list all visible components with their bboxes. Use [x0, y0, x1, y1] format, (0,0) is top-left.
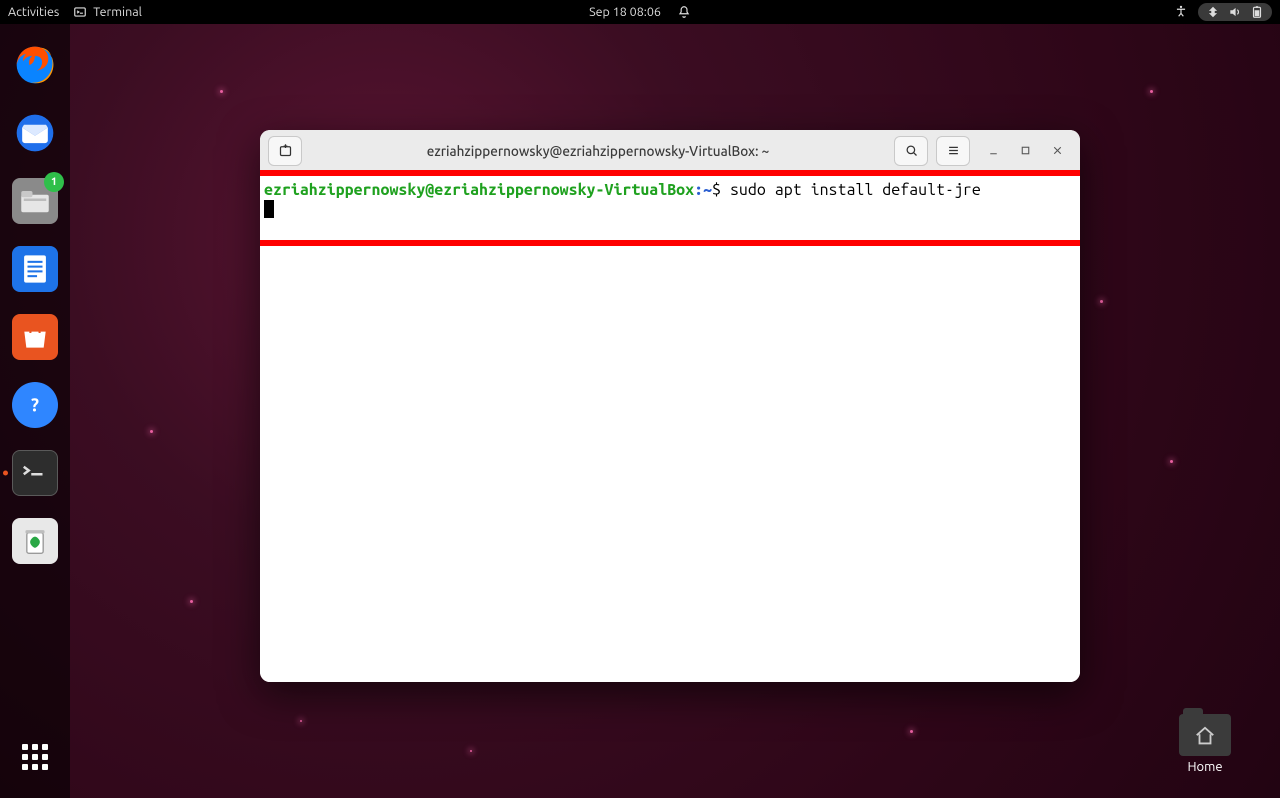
svg-text:?: ? [31, 396, 39, 416]
dock-app-help[interactable]: ? [12, 382, 58, 428]
dock: 1 ? [0, 24, 70, 798]
hamburger-icon [946, 143, 961, 158]
app-menu[interactable]: Terminal [73, 5, 142, 19]
search-button[interactable] [894, 136, 928, 166]
minimize-button[interactable] [984, 142, 1002, 160]
document-icon [21, 254, 49, 284]
top-panel: Activities Terminal Sep 18 08:06 [0, 0, 1280, 24]
cursor [264, 200, 274, 218]
terminal-window: ezriahzippernowsky@ezriahzippernowsky-Vi… [260, 130, 1080, 682]
prompt-colon: : [694, 181, 703, 199]
clock-label: Sep 18 08:06 [589, 5, 661, 19]
close-icon [1051, 144, 1064, 157]
battery-icon [1250, 5, 1264, 19]
dock-app-files[interactable]: 1 [12, 178, 58, 224]
clock[interactable]: Sep 18 08:06 [589, 5, 661, 19]
window-title: ezriahzippernowsky@ezriahzippernowsky-Vi… [310, 143, 886, 159]
prompt-path: ~ [703, 181, 712, 199]
shopping-bag-icon [19, 323, 51, 351]
desktop-icon-home[interactable]: Home [1170, 714, 1240, 774]
accessibility-icon [1174, 4, 1188, 18]
accessibility-menu[interactable] [1174, 4, 1188, 21]
show-apps-button[interactable] [12, 734, 58, 780]
network-icon [1206, 5, 1220, 19]
prompt-symbol: $ [712, 181, 721, 199]
close-button[interactable] [1048, 142, 1066, 160]
new-tab-button[interactable] [268, 136, 302, 166]
house-icon [1194, 725, 1216, 747]
dock-app-thunderbird[interactable] [12, 110, 58, 156]
files-icon [20, 188, 50, 214]
folder-icon [1179, 714, 1231, 756]
files-badge: 1 [44, 172, 64, 192]
dock-app-software[interactable] [12, 314, 58, 360]
dock-app-terminal[interactable] [12, 450, 58, 496]
prompt-userhost: ezriahzippernowsky@ezriahzippernowsky-Vi… [264, 181, 694, 199]
titlebar[interactable]: ezriahzippernowsky@ezriahzippernowsky-Vi… [260, 130, 1080, 172]
system-status-area[interactable] [1198, 3, 1272, 21]
dock-app-writer[interactable] [12, 246, 58, 292]
desktop-icon-label: Home [1170, 760, 1240, 774]
notifications-button[interactable] [677, 5, 691, 19]
search-icon [904, 143, 919, 158]
terminal-icon [73, 5, 87, 19]
app-menu-label: Terminal [93, 5, 142, 19]
volume-icon [1228, 5, 1242, 19]
help-icon: ? [22, 392, 48, 418]
grid-icon [22, 744, 48, 770]
dock-app-trash[interactable] [12, 518, 58, 564]
terminal-icon [20, 461, 50, 485]
terminal-content[interactable]: ezriahzippernowsky@ezriahzippernowsky-Vi… [260, 172, 1080, 682]
new-tab-icon [278, 143, 293, 158]
minimize-icon [987, 144, 1000, 157]
activities-label: Activities [8, 5, 59, 19]
firefox-icon [13, 43, 57, 87]
bell-icon [677, 5, 691, 19]
activities-button[interactable]: Activities [8, 5, 59, 19]
maximize-button[interactable] [1016, 142, 1034, 160]
menu-button[interactable] [936, 136, 970, 166]
command-text: sudo apt install default-jre [730, 181, 981, 199]
trash-icon [21, 526, 49, 556]
thunderbird-icon [13, 111, 57, 155]
dock-app-firefox[interactable] [12, 42, 58, 88]
maximize-icon [1019, 144, 1032, 157]
